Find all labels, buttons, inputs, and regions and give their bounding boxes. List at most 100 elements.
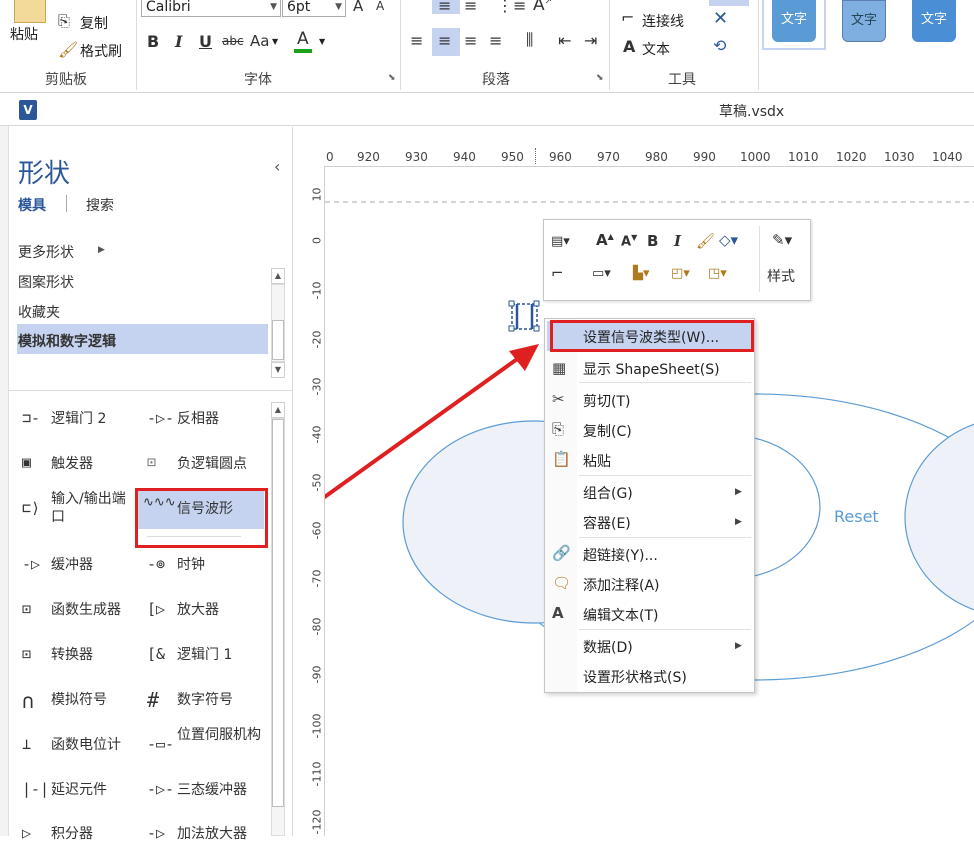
stencil-converter[interactable]: 转换器 <box>51 646 93 664</box>
format-painter-icon[interactable]: 🖌 <box>696 232 715 250</box>
section-pattern-shapes[interactable]: 图案形状 <box>18 272 74 292</box>
bold-button[interactable]: B <box>147 32 159 51</box>
grow-font-icon[interactable]: A <box>353 0 363 15</box>
menu-item-container[interactable]: 容器(E) <box>583 513 631 533</box>
rotate-icon[interactable]: ⟲ <box>713 36 726 55</box>
close-x-icon[interactable]: ✕ <box>713 8 728 29</box>
section-analog-digital-logic[interactable]: 模拟和数字逻辑 <box>18 331 116 351</box>
grow-font-icon[interactable]: A▲ <box>596 231 614 249</box>
scroll-down-button[interactable]: ▼ <box>271 362 285 378</box>
tab-search[interactable]: 搜索 <box>86 195 114 215</box>
style-sample-3[interactable]: 文字 <box>912 0 956 42</box>
stencil-buffer[interactable]: 缓冲器 <box>51 556 93 574</box>
chevron-right-icon[interactable]: ▶ <box>98 245 105 255</box>
stencil-delay-element[interactable]: 延迟元件 <box>51 781 107 799</box>
align-left-icon[interactable]: ≡ <box>410 31 423 50</box>
menu-item-data[interactable]: 数据(D) <box>583 637 633 657</box>
shrink-font-icon[interactable]: A <box>376 0 384 13</box>
reset-shape-label[interactable]: Reset <box>834 507 879 526</box>
style-sample-1[interactable]: 文字 <box>772 0 816 42</box>
bring-forward-icon[interactable]: ▙▾ <box>633 266 650 281</box>
section-scroll-thumb[interactable] <box>272 320 284 360</box>
text-box-icon[interactable]: ▭▾ <box>592 266 611 281</box>
stencil-io-port[interactable]: 输入/输出端口 <box>51 490 137 526</box>
menu-item-cut[interactable]: 剪切(T) <box>583 391 630 411</box>
stencil-analog-symbol[interactable]: 模拟符号 <box>51 691 107 709</box>
text-tool-button[interactable]: 文本 <box>642 39 670 59</box>
selection-handle[interactable] <box>533 325 540 332</box>
shrink-font-icon[interactable]: A▼ <box>621 233 637 249</box>
align-center-icon[interactable]: ≡ <box>438 31 451 50</box>
font-name-combo[interactable]: Calibri ▼ <box>141 0 281 17</box>
increase-indent-icon[interactable]: ⇥ <box>584 31 597 50</box>
decrease-indent-icon[interactable]: ⇤ <box>558 31 571 50</box>
connector-icon[interactable]: ⌐ <box>621 8 634 27</box>
strikethrough-button[interactable]: abc <box>222 34 244 48</box>
style-sample-2[interactable]: 文字 <box>842 0 886 42</box>
collapse-pane-icon[interactable]: ‹ <box>274 157 280 176</box>
section-favorites[interactable]: 收藏夹 <box>18 302 60 322</box>
group-icon[interactable]: ◳▾ <box>708 266 727 281</box>
section-more-shapes[interactable]: 更多形状 <box>18 242 74 262</box>
dialog-launcher-icon[interactable]: ⬊ <box>596 73 604 83</box>
connector-point-icon[interactable]: ⌐ <box>551 264 564 282</box>
fill-bucket-icon[interactable]: ◇▾ <box>719 231 738 249</box>
dialog-launcher-icon[interactable]: ⬊ <box>388 73 396 83</box>
stencil-negative-dot[interactable]: 负逻辑圆点 <box>177 455 247 473</box>
copy-icon[interactable]: ⎘ <box>58 12 70 30</box>
stencil-clock[interactable]: 时钟 <box>177 556 205 574</box>
styles-label[interactable]: 样式 <box>767 266 795 286</box>
scroll-up-button[interactable]: ▲ <box>271 268 285 284</box>
menu-item-paste[interactable]: 粘贴 <box>583 451 611 471</box>
italic-button[interactable]: I <box>674 232 681 250</box>
align-middle-icon[interactable]: ≡ <box>464 0 477 15</box>
format-painter-icon[interactable]: 🖌 <box>58 40 78 59</box>
paste-icon[interactable] <box>14 0 46 23</box>
stencil-digital-symbol[interactable]: 数字符号 <box>177 691 233 709</box>
text-block-icon[interactable]: ▤▾ <box>551 234 570 249</box>
stencil-logic-gate-1[interactable]: 逻辑门 1 <box>177 646 232 664</box>
send-backward-icon[interactable]: ◰▾ <box>671 266 690 281</box>
italic-button[interactable]: I <box>175 32 182 51</box>
font-color-button[interactable]: A <box>297 29 309 49</box>
menu-item-add-comment[interactable]: 添加注释(A) <box>583 575 660 595</box>
stencil-integrator[interactable]: 积分器 <box>51 825 93 843</box>
menu-item-group[interactable]: 组合(G) <box>583 483 633 503</box>
justify-icon[interactable]: ≡ <box>489 31 502 50</box>
stencil-scroll-thumb[interactable] <box>272 419 284 807</box>
text-direction-icon[interactable]: ⫼ <box>526 30 533 50</box>
font-size-combo[interactable]: 6pt ▼ <box>282 0 346 17</box>
stencil-flip-flop[interactable]: 触发器 <box>51 455 93 473</box>
stencil-inverter[interactable]: 反相器 <box>177 410 219 428</box>
stencil-position-servo[interactable]: 位置伺服机构 <box>177 726 263 744</box>
menu-item-hyperlink[interactable]: 超链接(Y)... <box>583 545 658 565</box>
tab-stencils[interactable]: 模具 <box>18 195 46 215</box>
selection-handle[interactable] <box>533 300 540 307</box>
align-right-icon[interactable]: ≡ <box>464 31 477 50</box>
menu-item-show-shapesheet[interactable]: 显示 ShapeSheet(S) <box>583 359 720 379</box>
text-size-icon[interactable]: A↗ <box>533 0 552 15</box>
copy-button[interactable]: 复制 <box>80 13 108 33</box>
scroll-up-button[interactable]: ▲ <box>271 402 285 418</box>
stencil-function-generator[interactable]: 函数生成器 <box>51 601 121 619</box>
stencil-tristate-buffer[interactable]: 三态缓冲器 <box>177 781 247 799</box>
text-tool-icon[interactable]: A <box>623 37 635 56</box>
bold-button[interactable]: B <box>647 232 658 250</box>
menu-item-format-shape[interactable]: 设置形状格式(S) <box>583 667 687 687</box>
selection-handle[interactable] <box>508 325 515 332</box>
align-top-icon[interactable]: ≡ <box>438 0 451 15</box>
menu-item-copy[interactable]: 复制(C) <box>583 421 632 441</box>
stencil-function-potentiometer[interactable]: 函数电位计 <box>51 736 121 754</box>
connector-button[interactable]: 连接线 <box>642 11 684 31</box>
chevron-down-icon[interactable]: ▼ <box>319 37 325 46</box>
stencil-summing-amplifier[interactable]: 加法放大器 <box>177 825 247 843</box>
change-case-button[interactable]: Aa <box>250 32 269 50</box>
format-painter-button[interactable]: 格式刷 <box>80 41 122 61</box>
underline-button[interactable]: U <box>199 32 212 51</box>
menu-item-edit-text[interactable]: 编辑文本(T) <box>583 605 658 625</box>
bullets-icon[interactable]: ⋮≡ <box>497 0 526 15</box>
chevron-down-icon[interactable]: ▼ <box>272 37 278 46</box>
stencil-logic-gate-2[interactable]: 逻辑门 2 <box>51 410 106 428</box>
selection-handle[interactable] <box>508 300 515 307</box>
styles-icon[interactable]: ✎▾ <box>772 231 792 249</box>
